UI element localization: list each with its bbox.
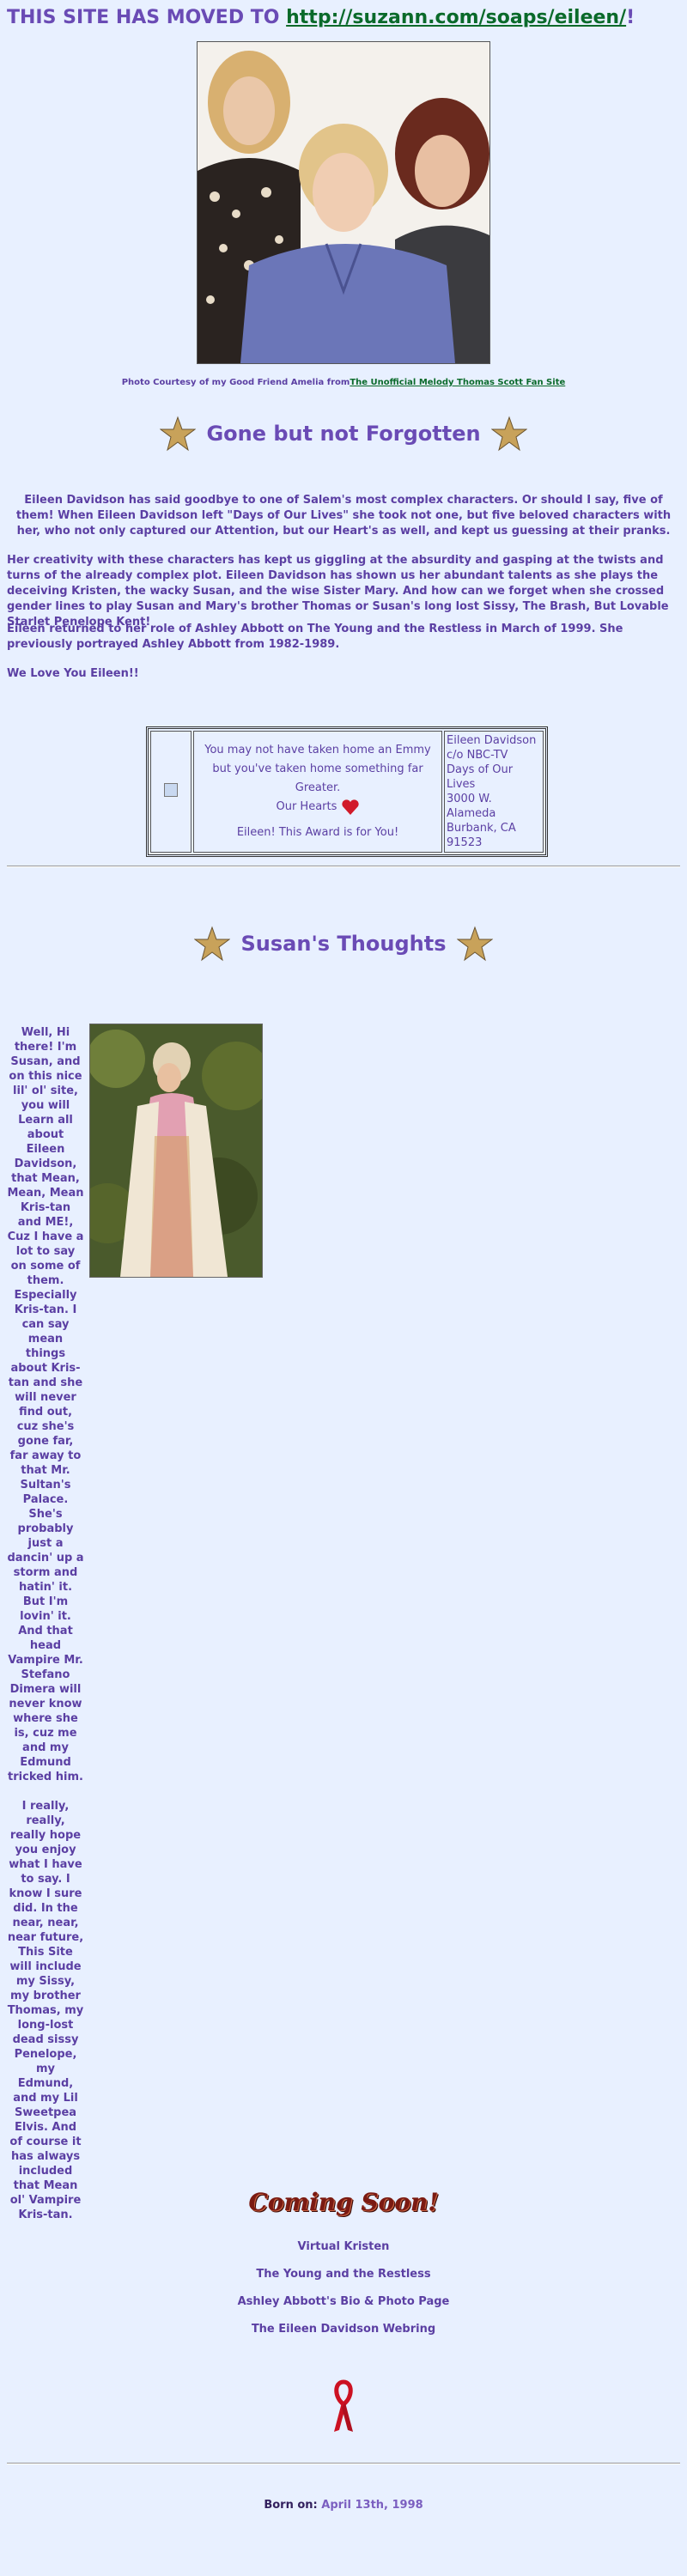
susan-paragraph: I really, really, really hope you enjoy … <box>7 1800 84 2221</box>
award-line-2: but you've taken home something far Grea… <box>212 762 423 794</box>
award-image-cell <box>150 731 192 853</box>
coming-soon-item: The Eileen Davidson Webring <box>251 2323 436 2336</box>
moved-suffix: ! <box>626 7 635 28</box>
address-line: Days of Our Lives <box>447 763 514 791</box>
address-line: 91523 <box>447 836 483 849</box>
award-line-3: Our Hearts <box>276 800 337 813</box>
section-heading-gone: Gone but not Forgotten <box>0 416 687 452</box>
award-message-cell: You may not have taken home an Emmy but … <box>193 731 442 853</box>
photo-credit: Photo Courtesy of my Good Friend Amelia … <box>0 378 687 387</box>
red-ribbon-icon <box>334 2379 353 2432</box>
born-on-line: Born on: April 13th, 1998 <box>0 2499 687 2512</box>
section-title: Gone but not Forgotten <box>206 422 481 446</box>
section-heading-susan: Susan's Thoughts <box>0 926 687 962</box>
creativity-paragraph: Her creativity with these characters has… <box>7 554 669 629</box>
susan-paragraph: Well, Hi there! I'm Susan, and on this n… <box>7 1026 84 1783</box>
coming-soon-item: Virtual Kristen <box>297 2240 390 2253</box>
address-line: c/o NBC-TV <box>447 749 508 762</box>
divider <box>7 2463 680 2464</box>
coming-soon-item: Ashley Abbott's Bio & Photo Page <box>237 2295 450 2308</box>
coming-soon-heading: Coming Soon! <box>248 2188 439 2216</box>
star-icon <box>194 926 231 962</box>
photo-credit-text: Photo Courtesy of my Good Friend Amelia … <box>121 378 350 387</box>
address-line: Burbank, CA <box>447 822 516 835</box>
star-icon <box>490 416 527 452</box>
award-line-4: Eileen! This Award is for You! <box>236 826 399 839</box>
intro-paragraph: Eileen Davidson has said goodbye to one … <box>15 494 672 538</box>
love-paragraph: We Love You Eileen!! <box>7 667 139 680</box>
new-site-link[interactable]: http://suzann.com/soaps/eileen/ <box>286 7 626 28</box>
born-date: April 13th, 1998 <box>321 2499 423 2512</box>
moved-notice: THIS SITE HAS MOVED TO http://suzann.com… <box>7 7 635 28</box>
star-icon <box>456 926 493 962</box>
return-paragraph: Eileen returned to her role of Ashley Ab… <box>7 623 623 651</box>
heart-icon <box>341 799 359 815</box>
divider <box>7 866 680 867</box>
cast-photo <box>197 41 490 364</box>
broken-image-icon <box>164 783 178 797</box>
born-label: Born on: <box>264 2499 318 2512</box>
fan-mail-address: Eileen Davidson c/o NBC-TV Days of Our L… <box>444 731 544 853</box>
address-line: Eileen Davidson <box>447 734 537 747</box>
award-line-1: You may not have taken home an Emmy <box>204 744 431 756</box>
coming-soon-list: Virtual Kristen The Young and the Restle… <box>0 2239 687 2349</box>
section-title: Susan's Thoughts <box>240 932 447 956</box>
award-hearts-line: Our Hearts <box>195 798 441 817</box>
address-line: 3000 W. Alameda <box>447 793 496 820</box>
moved-prefix: THIS SITE HAS MOVED TO <box>7 7 287 28</box>
coming-soon-item: The Young and the Restless <box>256 2268 431 2281</box>
melody-thomas-scott-link[interactable]: The Unofficial Melody Thomas Scott Fan S… <box>350 378 565 387</box>
award-table: You may not have taken home an Emmy but … <box>146 726 548 857</box>
star-icon <box>160 416 197 452</box>
susan-thoughts-text: Well, Hi there! I'm Susan, and on this n… <box>7 1025 84 2222</box>
susan-photo <box>89 1024 263 1278</box>
